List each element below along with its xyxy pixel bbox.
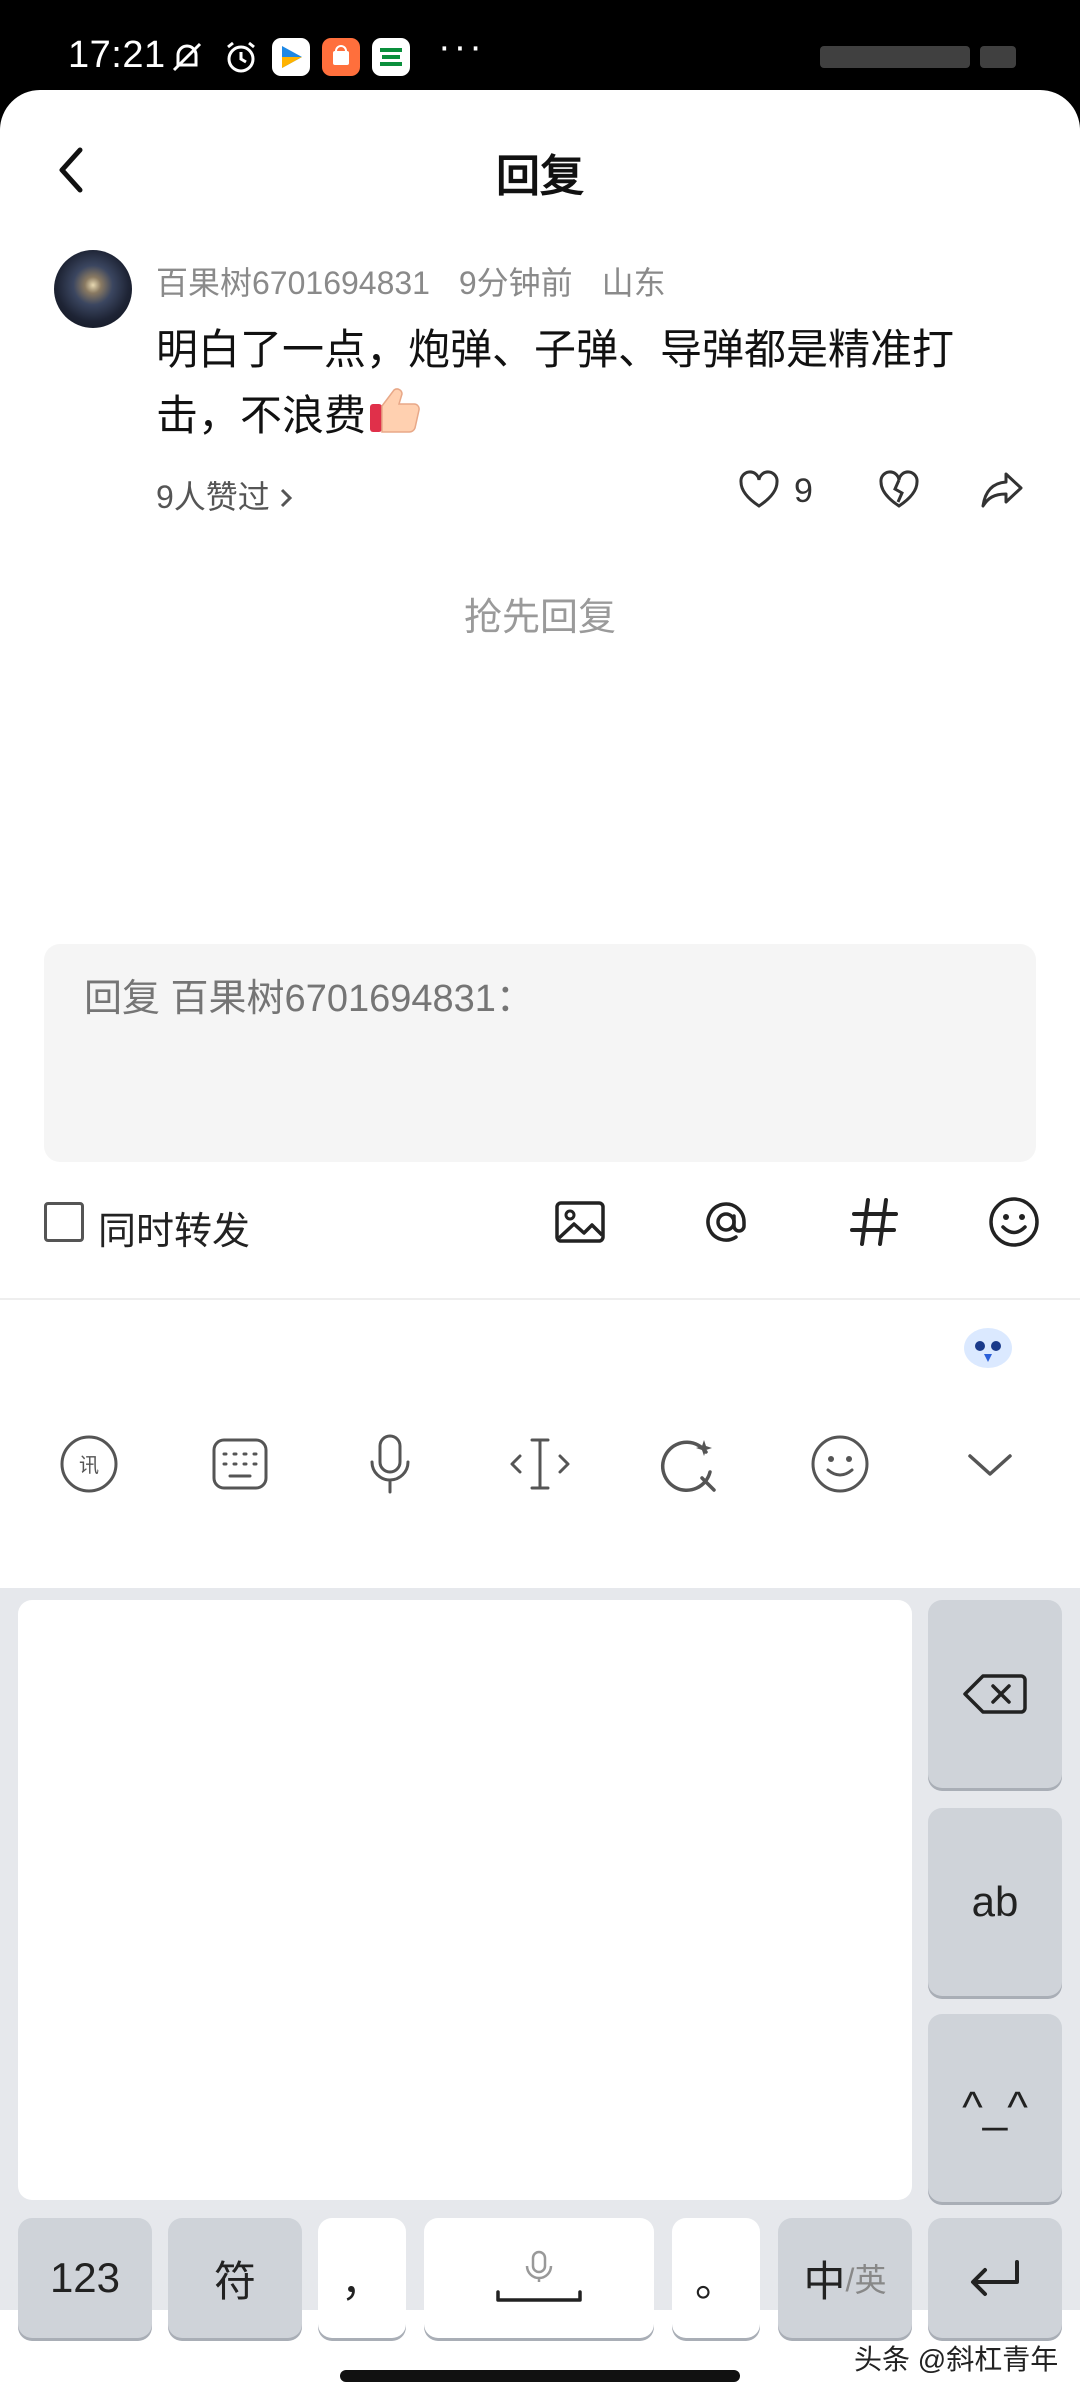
lang-alt: /英	[845, 2262, 887, 2298]
likers-link[interactable]: 9人赞过	[156, 472, 294, 518]
comma-key[interactable]: ，	[318, 2218, 406, 2338]
period-key[interactable]: 。	[672, 2218, 760, 2338]
thumbs-up-icon	[370, 388, 420, 433]
status-time: 17:21	[68, 34, 166, 76]
shopping-app-icon	[322, 38, 360, 76]
chevron-right-icon	[280, 488, 292, 508]
time-ago: 9分钟前	[458, 265, 573, 301]
heart-like-icon[interactable]	[738, 470, 780, 510]
hashtag-icon[interactable]	[846, 1194, 902, 1250]
ime-logo-icon[interactable]: 讯	[57, 1432, 121, 1496]
mute-bell-icon	[172, 42, 202, 72]
alarm-icon	[227, 41, 255, 73]
collapse-keyboard-icon[interactable]	[958, 1432, 1022, 1496]
avatar[interactable]	[54, 250, 132, 328]
backspace-icon	[963, 1674, 1027, 1714]
backspace-key[interactable]	[928, 1600, 1062, 1788]
location: 山东	[601, 265, 666, 301]
comment-text: 明白了一点，炮弹、子弹、导弹都是精准打击，不浪费	[156, 326, 955, 439]
numbers-key[interactable]: 123	[18, 2218, 152, 2338]
symbols-key[interactable]: 符	[168, 2218, 302, 2338]
reply-input[interactable]	[84, 978, 984, 1021]
page-title: 回复	[496, 152, 584, 201]
handwriting-pad[interactable]	[18, 1600, 912, 2200]
space-mic-icon	[496, 2250, 582, 2302]
space-key[interactable]	[424, 2218, 654, 2338]
enter-key[interactable]	[928, 2218, 1062, 2338]
reply-box[interactable]	[44, 944, 1036, 1162]
repost-label[interactable]: 同时转发	[98, 1200, 250, 1255]
language-switch-key[interactable]: 中/英	[778, 2218, 912, 2338]
likers-text: 9人赞过	[156, 479, 270, 515]
cursor-move-icon[interactable]	[508, 1432, 572, 1496]
comment-body: 明白了一点，炮弹、子弹、导弹都是精准打击，不浪费	[156, 318, 1016, 448]
post-app-icon	[372, 38, 410, 76]
status-more-icon: ···	[438, 26, 485, 68]
kaomoji-key[interactable]: ^_^	[928, 2014, 1062, 2202]
image-icon[interactable]	[552, 1194, 608, 1250]
username[interactable]: 百果树6701694831	[156, 265, 430, 301]
empty-state-text: 抢先回复	[463, 597, 616, 639]
signal-battery-icon	[820, 46, 1016, 68]
broken-heart-icon[interactable]	[878, 470, 920, 510]
comment-meta: 百果树6701694831 9分钟前 山东	[156, 258, 686, 304]
emoji-smiley-icon[interactable]	[986, 1194, 1042, 1250]
share-arrow-icon[interactable]	[980, 470, 1024, 510]
emoji-keyboard-icon[interactable]	[808, 1432, 872, 1496]
like-count: 9	[794, 472, 813, 510]
video-app-icon	[272, 38, 310, 76]
home-indicator[interactable]	[340, 2370, 740, 2382]
enter-icon	[971, 2260, 1019, 2296]
voice-microphone-icon[interactable]	[358, 1432, 422, 1496]
status-bar: 17:21 ···	[0, 0, 1080, 90]
keyboard-layout-icon[interactable]	[208, 1432, 272, 1496]
lang-main: 中	[803, 2257, 846, 2305]
ai-search-icon[interactable]	[658, 1432, 722, 1496]
ab-key[interactable]: ab	[928, 1808, 1062, 1996]
keyboard-mascot-icon[interactable]	[960, 1318, 1016, 1374]
repost-checkbox[interactable]	[44, 1202, 84, 1242]
svg-text:讯: 讯	[79, 1453, 99, 1477]
mention-at-icon[interactable]	[698, 1194, 754, 1250]
watermark: 头条 @斜杠青年	[854, 2344, 1059, 2375]
